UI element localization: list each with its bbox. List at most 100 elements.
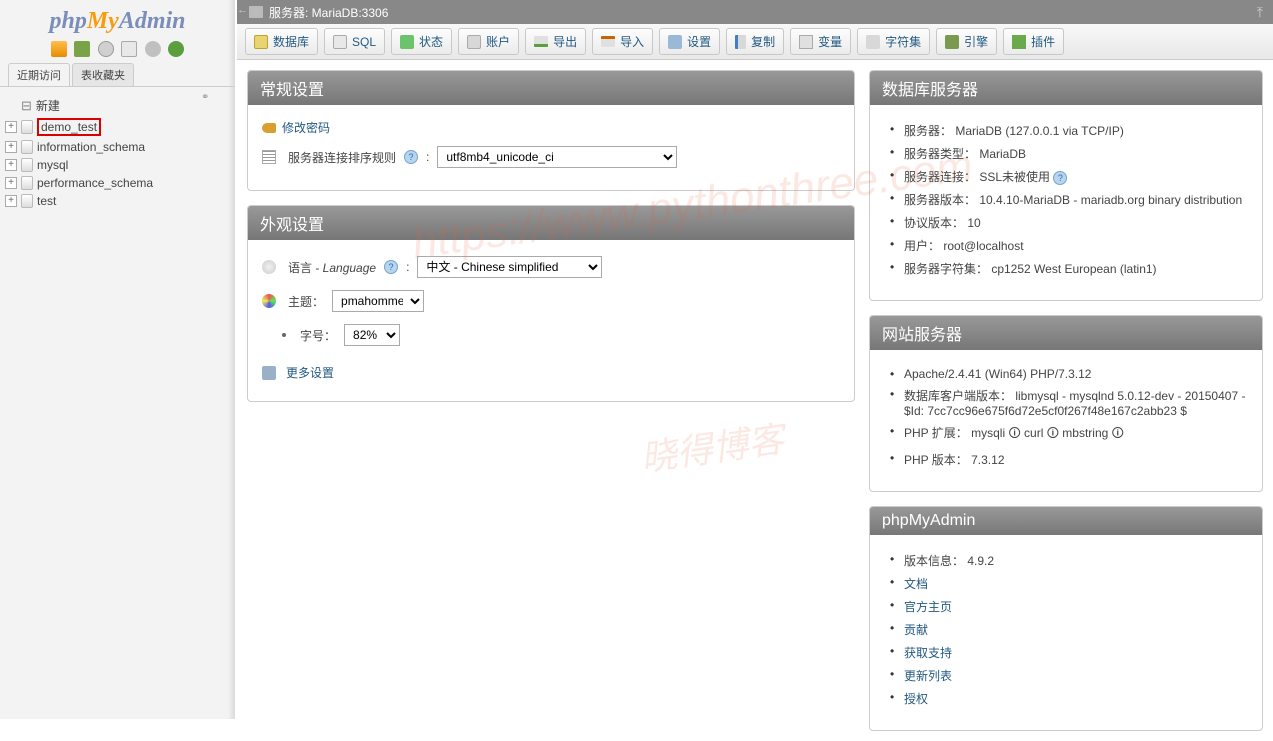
breadcrumb: 服务器: MariaDB:3306 ⤒ — [237, 0, 1273, 24]
logo[interactable]: phpMyAdmin — [0, 0, 235, 39]
nav-engines[interactable]: 引擎 — [936, 28, 997, 55]
charset-icon — [866, 35, 880, 49]
top-navigation: 数据库 SQL 状态 账户 导出 导入 设置 复制 变量 字符集 引擎 插件 — [237, 24, 1273, 60]
collapse-sidebar-icon[interactable]: ← — [237, 4, 248, 16]
panel-phpmyadmin: phpMyAdmin 版本信息： 4.9.2 文档 官方主页 贡献 获取支持 更… — [869, 506, 1263, 731]
panel-web-server: 网站服务器 Apache/2.4.41 (Win64) PHP/7.3.12 数… — [869, 315, 1263, 492]
list-item: 服务器字符集： cp1252 West European (latin1) — [904, 257, 1248, 280]
tree-db-mysql[interactable]: + mysql — [5, 156, 230, 174]
database-tree: ⊟ 新建 + demo_test + information_schema + … — [0, 87, 235, 218]
more-settings-link[interactable]: 更多设置 — [286, 364, 334, 381]
support-link[interactable]: 获取支持 — [904, 646, 952, 660]
nav-settings-icon[interactable] — [145, 41, 161, 57]
list-item: 服务器类型： MariaDB — [904, 142, 1248, 165]
database-icon — [21, 120, 33, 134]
theme-select[interactable]: pmahomme — [332, 290, 424, 312]
expand-icon[interactable]: + — [5, 121, 17, 133]
collapse-top-icon[interactable]: ⤒ — [1257, 4, 1263, 21]
engine-icon — [945, 35, 959, 49]
breadcrumb-server[interactable]: 服务器: MariaDB:3306 — [269, 4, 388, 21]
replication-icon — [735, 35, 746, 49]
nav-settings[interactable]: 设置 — [659, 28, 720, 55]
collation-select[interactable]: utf8mb4_unicode_ci — [437, 146, 677, 168]
collation-label: 服务器连接排序规则 — [288, 149, 396, 166]
bullet-icon — [282, 333, 286, 337]
reload-icon[interactable] — [168, 41, 184, 57]
logout-icon[interactable] — [74, 41, 90, 57]
sql-query-icon[interactable] — [121, 41, 137, 57]
theme-label: 主题： — [288, 293, 324, 310]
database-icon — [21, 176, 33, 190]
list-item: 协议版本： 10 — [904, 211, 1248, 234]
list-item: Apache/2.4.41 (Win64) PHP/7.3.12 — [904, 364, 1248, 384]
database-icon — [21, 140, 33, 154]
list-item: 用户： root@localhost — [904, 234, 1248, 257]
key-icon — [262, 123, 276, 133]
list-item: 官方主页 — [904, 595, 1248, 618]
help-icon[interactable]: ? — [384, 260, 398, 274]
docs-link[interactable]: 文档 — [904, 577, 928, 591]
list-item: 贡献 — [904, 618, 1248, 641]
panel-general-settings: 常规设置 修改密码 服务器连接排序规则 ?: utf8mb4_unicode_c… — [247, 70, 855, 191]
database-icon — [254, 35, 268, 49]
nav-users[interactable]: 账户 — [458, 28, 519, 55]
expand-icon[interactable]: + — [5, 141, 17, 153]
nav-sql[interactable]: SQL — [324, 28, 385, 55]
fontsize-label: 字号： — [300, 327, 336, 344]
changelog-link[interactable]: 更新列表 — [904, 669, 952, 683]
docs-icon[interactable] — [98, 41, 114, 57]
list-item: 服务器： MariaDB (127.0.0.1 via TCP/IP) — [904, 119, 1248, 142]
tree-db-demo-test[interactable]: + demo_test — [5, 116, 230, 138]
database-icon — [21, 158, 33, 172]
expand-icon[interactable]: + — [5, 159, 17, 171]
nav-charsets[interactable]: 字符集 — [857, 28, 930, 55]
list-item: 版本信息： 4.9.2 — [904, 549, 1248, 572]
nav-status[interactable]: 状态 — [391, 28, 452, 55]
list-item: 服务器连接： SSL未被使用 ? — [904, 165, 1248, 188]
home-icon[interactable] — [51, 41, 67, 57]
status-icon — [400, 35, 414, 49]
help-icon[interactable]: ? — [404, 150, 418, 164]
list-item: PHP 版本： 7.3.12 — [904, 448, 1248, 471]
theme-icon — [262, 294, 276, 308]
language-icon — [262, 260, 276, 274]
fontsize-select[interactable]: 82% — [344, 324, 400, 346]
collation-icon — [262, 150, 276, 164]
change-password-link[interactable]: 修改密码 — [282, 119, 330, 136]
list-item: 获取支持 — [904, 641, 1248, 664]
nav-export[interactable]: 导出 — [525, 28, 586, 55]
plugin-icon — [1012, 35, 1026, 49]
export-icon — [534, 36, 548, 47]
language-select[interactable]: 中文 - Chinese simplified — [417, 256, 602, 278]
panel-title: 外观设置 — [248, 206, 854, 240]
wrench-icon — [668, 35, 682, 49]
wrench-icon — [262, 366, 276, 380]
nav-replication[interactable]: 复制 — [726, 28, 784, 55]
list-item: 数据库客户端版本： libmysql - mysqlnd 5.0.12-dev … — [904, 384, 1248, 421]
expand-icon[interactable]: + — [5, 195, 17, 207]
tab-recent[interactable]: 近期访问 — [8, 63, 70, 86]
server-icon — [249, 6, 263, 18]
panel-title: phpMyAdmin — [870, 507, 1262, 535]
list-item: 文档 — [904, 572, 1248, 595]
tree-db-test[interactable]: + test — [5, 192, 230, 210]
tree-db-performance-schema[interactable]: + performance_schema — [5, 174, 230, 192]
list-item: 更新列表 — [904, 664, 1248, 687]
tree-db-information-schema[interactable]: + information_schema — [5, 138, 230, 156]
expand-icon[interactable]: + — [5, 177, 17, 189]
help-icon[interactable]: ? — [1053, 171, 1067, 185]
language-label: 语言 - Language — [288, 259, 376, 276]
license-link[interactable]: 授权 — [904, 692, 928, 706]
nav-plugins[interactable]: 插件 — [1003, 28, 1064, 55]
homepage-link[interactable]: 官方主页 — [904, 600, 952, 614]
panel-database-server: 数据库服务器 服务器： MariaDB (127.0.0.1 via TCP/I… — [869, 70, 1263, 301]
nav-variables[interactable]: 变量 — [790, 28, 851, 55]
tree-new[interactable]: ⊟ 新建 — [5, 95, 230, 116]
tab-favorites[interactable]: 表收藏夹 — [72, 63, 134, 86]
contribute-link[interactable]: 贡献 — [904, 623, 928, 637]
panel-appearance-settings: 外观设置 语言 - Language ?: 中文 - Chinese simpl… — [247, 205, 855, 402]
nav-databases[interactable]: 数据库 — [245, 28, 318, 55]
new-db-icon: ⊟ — [21, 98, 32, 114]
nav-import[interactable]: 导入 — [592, 28, 653, 55]
link-icon[interactable]: ⚭ — [201, 92, 215, 100]
